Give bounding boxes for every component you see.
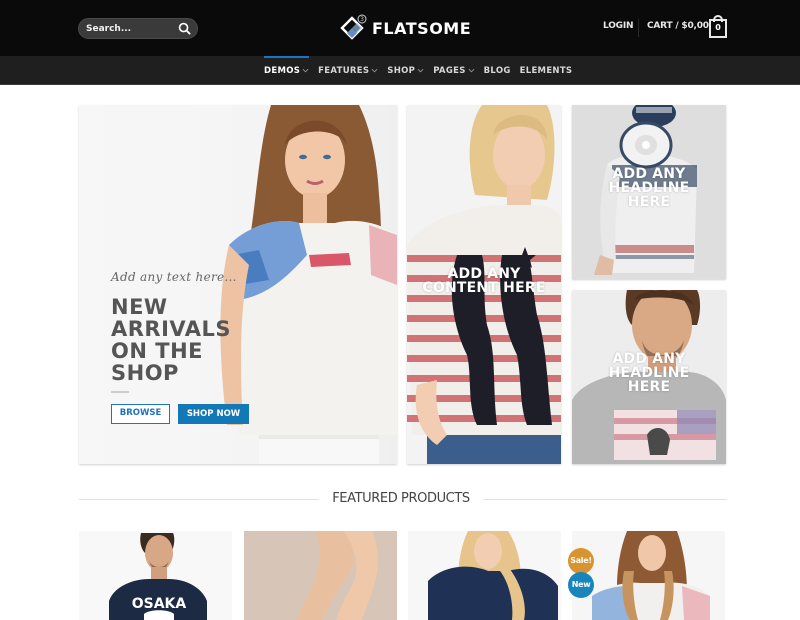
nav-item-features[interactable]: FEATURES (318, 56, 378, 85)
logo-text: FLATSOME (372, 18, 472, 38)
cart-bag-icon[interactable]: 0 (709, 15, 727, 38)
new-badge: New (568, 572, 594, 598)
product-image-navy-sweater (428, 531, 558, 620)
shop-now-button[interactable]: SHOP NOW (178, 404, 249, 424)
nav-item-blog[interactable]: BLOG (484, 56, 511, 85)
hero-banner-middle[interactable]: ADD ANY CONTENT HERE (407, 105, 561, 464)
hero-title-line: NEW (111, 295, 168, 319)
nav-item-label: ELEMENTS (519, 65, 573, 76)
overlay-line: ADD ANY (612, 166, 686, 182)
search-box[interactable] (78, 18, 198, 39)
nav-menu: DEMOS FEATURES SHOP PAGES BLOG ELEMENTS (264, 56, 581, 85)
hero-title-line: SHOP (111, 361, 179, 385)
chevron-down-icon (417, 68, 424, 73)
search-icon[interactable] (178, 22, 191, 35)
nav-item-pages[interactable]: PAGES (433, 56, 475, 85)
product-card[interactable] (244, 531, 397, 620)
product-image-osaka-tee: OSAKA (109, 533, 207, 620)
cart-link[interactable]: CART / $0,00 (647, 21, 709, 31)
site-logo[interactable]: 3 FLATSOME (340, 13, 471, 43)
svg-text:3: 3 (360, 16, 364, 23)
nav-item-label: DEMOS (264, 65, 301, 76)
nav-item-elements[interactable]: ELEMENTS (520, 56, 573, 85)
top-header: 3 FLATSOME LOGIN CART / $0,00 0 (0, 0, 800, 56)
nav-item-demos[interactable]: DEMOS (264, 56, 310, 85)
section-divider-left (79, 499, 319, 500)
overlay-headline: ADD ANY HEADLINE HERE (572, 352, 726, 394)
login-link[interactable]: LOGIN (603, 21, 634, 31)
nav-item-label: PAGES (433, 65, 466, 76)
chevron-down-icon (468, 68, 475, 73)
logo-diamond-icon: 3 (340, 14, 367, 40)
overlay-line: HERE (627, 379, 671, 395)
hero-banner-top-right[interactable]: ADD ANY HEADLINE HERE (572, 105, 726, 279)
hero-title-line: ON THE (111, 339, 203, 363)
browse-button[interactable]: BROWSE (111, 404, 170, 424)
section-divider-right (483, 499, 727, 500)
product-card[interactable] (572, 531, 725, 620)
svg-text:OSAKA: OSAKA (132, 596, 187, 612)
product-card[interactable] (408, 531, 561, 620)
hero-divider (111, 391, 129, 393)
overlay-line: HERE (627, 194, 671, 210)
nav-item-label: SHOP (387, 65, 416, 76)
hero-title-line: ARRIVALS (111, 317, 231, 341)
overlay-line: ADD ANY (447, 266, 521, 282)
overlay-line: HEADLINE (608, 180, 690, 196)
featured-products-title: FEATURED PRODUCTS (332, 491, 470, 506)
hero-script-text: Add any text here... (111, 270, 237, 284)
overlay-headline: ADD ANY CONTENT HERE (407, 267, 561, 295)
sale-badge: Sale! (568, 548, 594, 574)
chevron-down-icon (371, 68, 378, 73)
header-divider (638, 19, 639, 37)
overlay-line: CONTENT HERE (422, 280, 546, 296)
overlay-headline: ADD ANY HEADLINE HERE (572, 167, 726, 209)
nav-item-label: BLOG (483, 65, 511, 76)
main-navigation: DEMOS FEATURES SHOP PAGES BLOG ELEMENTS (0, 56, 800, 85)
search-input[interactable] (86, 21, 174, 37)
overlay-line: ADD ANY (612, 351, 686, 367)
nav-item-shop[interactable]: SHOP (387, 56, 424, 85)
product-image-floral-top (592, 531, 710, 620)
product-card[interactable]: OSAKA (79, 531, 232, 620)
chevron-down-icon (302, 68, 309, 73)
overlay-line: HEADLINE (608, 365, 690, 381)
product-image-legs (296, 531, 378, 620)
cart-count: 0 (715, 23, 721, 32)
hero-title: NEW ARRIVALS ON THE SHOP (111, 296, 261, 384)
hero-banner-bottom-right[interactable]: ADD ANY HEADLINE HERE (572, 290, 726, 464)
hero-banner-main[interactable]: Add any text here... NEW ARRIVALS ON THE… (79, 105, 397, 464)
nav-item-label: FEATURES (318, 65, 370, 76)
